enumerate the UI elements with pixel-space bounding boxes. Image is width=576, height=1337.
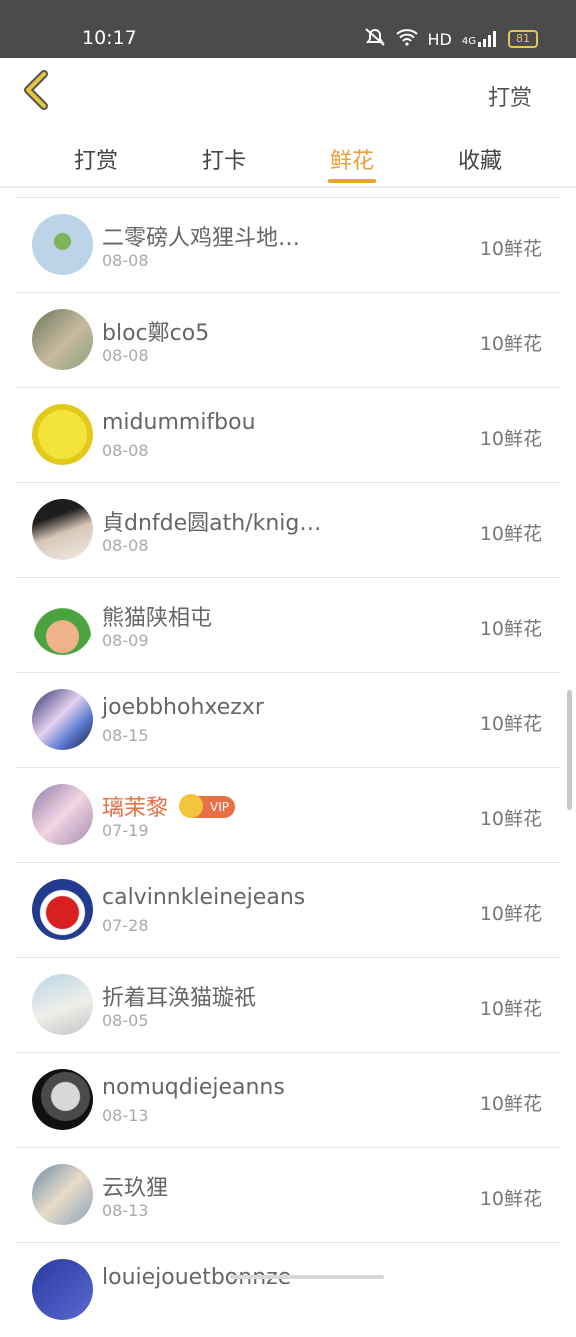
date: 08-15	[102, 726, 149, 745]
tab-flowers[interactable]: 鲜花	[330, 143, 374, 175]
flower-amount: 10鲜花	[479, 998, 542, 1020]
status-bar: 10:17 HD 4G 81	[0, 0, 576, 58]
header-reward-button[interactable]: 打赏	[488, 80, 532, 112]
vip-label: VIP	[210, 800, 229, 814]
user-name: joebbhohxezxr	[102, 695, 264, 720]
flower-amount: 10鲜花	[479, 1188, 542, 1210]
date: 08-05	[102, 1011, 149, 1030]
back-button[interactable]	[18, 70, 58, 114]
crown-icon	[179, 794, 203, 818]
active-tab-indicator	[328, 179, 376, 183]
user-name: midummifbou	[102, 410, 256, 435]
avatar[interactable]	[32, 404, 93, 465]
user-name: nomuqdiejeanns	[102, 1075, 285, 1100]
tab-favorites[interactable]: 收藏	[458, 143, 502, 175]
flower-amount: 10鲜花	[479, 713, 542, 735]
flower-amount: 10鲜花	[479, 903, 542, 925]
user-name: 云玖狸	[102, 1176, 169, 1201]
avatar[interactable]	[32, 1259, 93, 1320]
date: 08-13	[102, 1106, 149, 1125]
avatar[interactable]	[32, 309, 93, 370]
list-item[interactable]: 云玖狸 08-13 10鲜花	[16, 1147, 560, 1242]
flower-amount: 10鲜花	[479, 808, 542, 830]
list-item[interactable]: nomuqdiejeanns 08-13 10鲜花	[16, 1052, 560, 1147]
flower-amount: 10鲜花	[479, 333, 542, 355]
date: 08-08	[102, 346, 149, 365]
list-item[interactable]: 二零磅人鸡狸斗地… 08-08 10鲜花	[16, 197, 560, 292]
user-name: 熊猫陕相屯	[102, 606, 213, 631]
mute-icon	[364, 27, 386, 51]
list-item[interactable]: 折着耳涣猫璇祇 08-05 10鲜花	[16, 957, 560, 1052]
user-name: 貞dnfde圆ath/knig…	[102, 511, 322, 536]
date: 07-28	[102, 916, 149, 935]
flower-amount: 10鲜花	[479, 1093, 542, 1115]
list-item[interactable]: joebbhohxezxr 08-15 10鲜花	[16, 672, 560, 767]
date: 08-09	[102, 631, 149, 650]
avatar[interactable]	[32, 594, 93, 655]
tab-reward[interactable]: 打赏	[74, 143, 118, 175]
vip-badge: VIP	[179, 794, 235, 818]
signal-icon: 4G	[462, 31, 498, 47]
status-icons: HD 4G 81	[364, 27, 538, 51]
flower-amount: 10鲜花	[479, 618, 542, 640]
avatar[interactable]	[32, 1164, 93, 1225]
list-item[interactable]: 熊猫陕相屯 08-09 10鲜花	[16, 577, 560, 672]
flower-amount: 10鲜花	[479, 523, 542, 545]
list-item[interactable]: bloc鄭co5 08-08 10鲜花	[16, 292, 560, 387]
list-item[interactable]: 璃茉黎 VIP 07-19 10鲜花	[16, 767, 560, 862]
network-label: HD	[427, 29, 452, 49]
user-name: calvinnkleinejeans	[102, 885, 306, 910]
header-divider	[0, 186, 576, 188]
avatar[interactable]	[32, 214, 93, 275]
status-time: 10:17	[82, 27, 137, 49]
header: 打赏 打赏 打卡 鲜花 收藏	[0, 58, 576, 188]
avatar[interactable]	[32, 974, 93, 1035]
vertical-scrollbar[interactable]	[567, 690, 572, 810]
tab-bar: 打赏 打卡 鲜花 收藏	[0, 138, 576, 186]
user-name: bloc鄭co5	[102, 321, 210, 346]
battery-indicator: 81	[508, 30, 538, 48]
horizontal-scroll-indicator	[230, 1275, 384, 1279]
user-name: 折着耳涣猫璇祇	[102, 986, 257, 1011]
avatar[interactable]	[32, 784, 93, 845]
avatar[interactable]	[32, 1069, 93, 1130]
date: 08-08	[102, 536, 149, 555]
signal-label: 4G	[461, 36, 476, 47]
flower-amount: 10鲜花	[479, 238, 542, 260]
list-item[interactable]: 貞dnfde圆ath/knig… 08-08 10鲜花	[16, 482, 560, 577]
avatar[interactable]	[32, 689, 93, 750]
flower-amount: 10鲜花	[479, 428, 542, 450]
flower-list: 二零磅人鸡狸斗地… 08-08 10鲜花 bloc鄭co5 08-08 10鲜花…	[16, 197, 560, 1337]
list-item[interactable]: midummifbou 08-08 10鲜花	[16, 387, 560, 482]
date: 08-08	[102, 441, 149, 460]
avatar[interactable]	[32, 499, 93, 560]
date: 07-19	[102, 821, 149, 840]
tab-checkin[interactable]: 打卡	[202, 143, 246, 175]
user-name: 二零磅人鸡狸斗地…	[102, 226, 301, 251]
user-name: 璃茉黎	[102, 796, 169, 821]
avatar[interactable]	[32, 879, 93, 940]
list-item[interactable]: louiejouetbonnze	[16, 1242, 560, 1337]
list-item[interactable]: calvinnkleinejeans 07-28 10鲜花	[16, 862, 560, 957]
wifi-icon	[395, 28, 418, 50]
date: 08-08	[102, 251, 149, 270]
date: 08-13	[102, 1201, 149, 1220]
back-arrow-icon	[24, 70, 48, 110]
